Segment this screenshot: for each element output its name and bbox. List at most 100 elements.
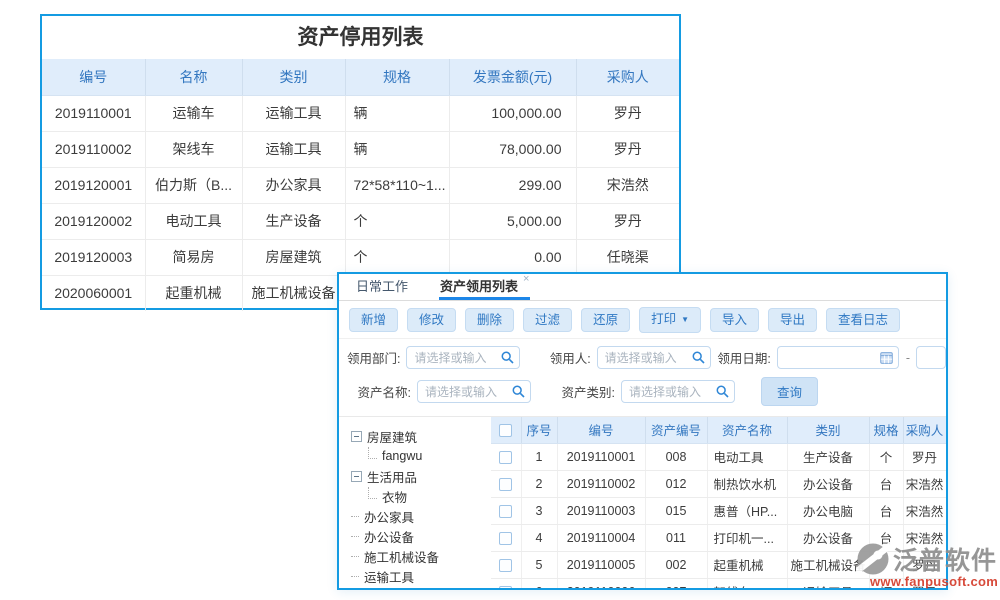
toolbar-button[interactable]: 修改 xyxy=(407,308,456,332)
chevron-down-icon: ▼ xyxy=(681,313,689,327)
column-header: 采购人 xyxy=(903,417,946,443)
collapse-icon[interactable] xyxy=(351,431,362,442)
toolbar-button[interactable]: 还原 xyxy=(581,308,630,332)
search-icon[interactable] xyxy=(692,351,705,364)
cell-name[interactable]: 运输车 xyxy=(145,95,242,131)
close-icon[interactable]: × xyxy=(523,273,529,285)
collapse-icon[interactable] xyxy=(351,471,362,482)
cell-asset-no[interactable]: 011 xyxy=(645,524,707,551)
toolbar-button[interactable]: 查看日志 xyxy=(826,308,900,332)
tree-node[interactable]: 施工机械设备 xyxy=(351,546,487,566)
table-row: 2019120002电动工具生产设备个5,000.00罗丹 xyxy=(42,203,679,239)
cell-name[interactable]: 电动工具 xyxy=(145,203,242,239)
cell-buyer[interactable]: 宋浩然 xyxy=(903,497,946,524)
cell-asset-name[interactable]: 架线车 xyxy=(707,578,787,590)
search-icon[interactable] xyxy=(716,385,729,398)
print-button[interactable]: 打印▼ xyxy=(639,307,701,333)
cell-asset-no[interactable]: 002 xyxy=(645,551,707,578)
cell-id[interactable]: 2019110005 xyxy=(557,551,645,578)
query-button[interactable]: 查询 xyxy=(761,377,818,406)
row-checkbox[interactable] xyxy=(499,505,512,518)
cell-id[interactable]: 2019110002 xyxy=(42,131,145,167)
date-to-input[interactable] xyxy=(916,346,946,369)
cell-asset-no[interactable]: 008 xyxy=(645,443,707,470)
cell-asset-name[interactable]: 电动工具 xyxy=(707,443,787,470)
user-label: 领用人: xyxy=(542,348,590,367)
toolbar-button[interactable]: 新增 xyxy=(349,308,398,332)
tree-node[interactable]: 生产设备 xyxy=(351,586,487,590)
toolbar-button[interactable]: 导出 xyxy=(768,308,817,332)
tree-node[interactable]: 房屋建筑 xyxy=(351,426,487,446)
page-title: 资产停用列表 xyxy=(42,16,679,59)
cell-buyer[interactable]: 任晓渠 xyxy=(576,239,679,275)
search-icon[interactable] xyxy=(501,351,514,364)
tree-node[interactable]: 运输工具 xyxy=(351,566,487,586)
calendar-icon[interactable] xyxy=(880,351,893,364)
column-header: 类别 xyxy=(787,417,869,443)
row-checkbox[interactable] xyxy=(499,532,512,545)
cell-asset-no[interactable]: 012 xyxy=(645,470,707,497)
cell-id[interactable]: 2019110001 xyxy=(42,95,145,131)
tree-child-node[interactable]: fangwu xyxy=(351,446,487,466)
tree-node-label: 施工机械设备 xyxy=(364,547,439,566)
tree-node[interactable]: 生活用品 xyxy=(351,466,487,486)
cell-asset-name[interactable]: 惠普（HP... xyxy=(707,497,787,524)
search-icon[interactable] xyxy=(512,385,525,398)
asset-name-label: 资产名称: xyxy=(347,382,411,401)
toolbar-button[interactable]: 删除 xyxy=(465,308,514,332)
table-row: 2019120003简易房房屋建筑个0.00任晓渠 xyxy=(42,239,679,275)
cell-asset-name[interactable]: 打印机一... xyxy=(707,524,787,551)
cell-seq: 6 xyxy=(521,578,557,590)
cell-asset-no[interactable]: 007 xyxy=(645,578,707,590)
row-checkbox[interactable] xyxy=(499,559,512,572)
cell-buyer[interactable]: 罗丹 xyxy=(576,95,679,131)
user-field-wrap xyxy=(597,346,711,369)
tab-bar: 日常工作 资产领用列表× xyxy=(339,274,946,301)
tree-node[interactable]: 办公家具 xyxy=(351,506,487,526)
tree-child-node[interactable]: 衣物 xyxy=(351,486,487,506)
tree-node-label: 衣物 xyxy=(382,487,407,506)
cell-id[interactable]: 2020060001 xyxy=(42,275,145,311)
cell-category: 办公电脑 xyxy=(787,497,869,524)
column-header: 名称 xyxy=(145,59,242,95)
category-tree: 房屋建筑fangwu生活用品衣物办公家具办公设备施工机械设备运输工具生产设备 xyxy=(339,417,491,590)
tree-node[interactable]: 办公设备 xyxy=(351,526,487,546)
select-all-checkbox[interactable] xyxy=(499,424,512,437)
cell-seq: 4 xyxy=(521,524,557,551)
cell-category: 运输工具 xyxy=(242,95,345,131)
cell-asset-name[interactable]: 制热饮水机 xyxy=(707,470,787,497)
cell-buyer[interactable]: 宋浩然 xyxy=(576,167,679,203)
cell-buyer[interactable]: 宋浩然 xyxy=(903,470,946,497)
cell-buyer[interactable]: 罗丹 xyxy=(576,131,679,167)
row-checkbox[interactable] xyxy=(499,451,512,464)
cell-id[interactable]: 2019120002 xyxy=(42,203,145,239)
cell-seq: 2 xyxy=(521,470,557,497)
cell-asset-no[interactable]: 015 xyxy=(645,497,707,524)
row-checkbox[interactable] xyxy=(499,478,512,491)
cell-id[interactable]: 2019110006 xyxy=(557,578,645,590)
cell-name[interactable]: 伯力斯（B... xyxy=(145,167,242,203)
cell-name[interactable]: 简易房 xyxy=(145,239,242,275)
cell-name[interactable]: 起重机械 xyxy=(145,275,242,311)
cell-asset-name[interactable]: 起重机械 xyxy=(707,551,787,578)
cell-id[interactable]: 2019120001 xyxy=(42,167,145,203)
cell-id[interactable]: 2019110003 xyxy=(557,497,645,524)
toolbar-button[interactable]: 过滤 xyxy=(523,308,572,332)
row-checkbox[interactable] xyxy=(499,586,512,590)
cell-name[interactable]: 架线车 xyxy=(145,131,242,167)
tab-active[interactable]: 资产领用列表× xyxy=(439,272,530,300)
cell-spec: 个 xyxy=(345,203,449,239)
column-header: 发票金额(元) xyxy=(449,59,576,95)
tab-inactive[interactable]: 日常工作 xyxy=(355,272,409,300)
cell-category: 生产设备 xyxy=(787,443,869,470)
cell-id[interactable]: 2019120003 xyxy=(42,239,145,275)
cell-id[interactable]: 2019110001 xyxy=(557,443,645,470)
cell-id[interactable]: 2019110004 xyxy=(557,524,645,551)
cell-id[interactable]: 2019110002 xyxy=(557,470,645,497)
toolbar-button[interactable]: 导入 xyxy=(710,308,759,332)
date-from-wrap xyxy=(777,346,899,369)
column-header: 采购人 xyxy=(576,59,679,95)
cell-buyer[interactable]: 罗丹 xyxy=(576,203,679,239)
cell-buyer[interactable]: 罗丹 xyxy=(903,443,946,470)
table-row: 2019110002架线车运输工具辆78,000.00罗丹 xyxy=(42,131,679,167)
